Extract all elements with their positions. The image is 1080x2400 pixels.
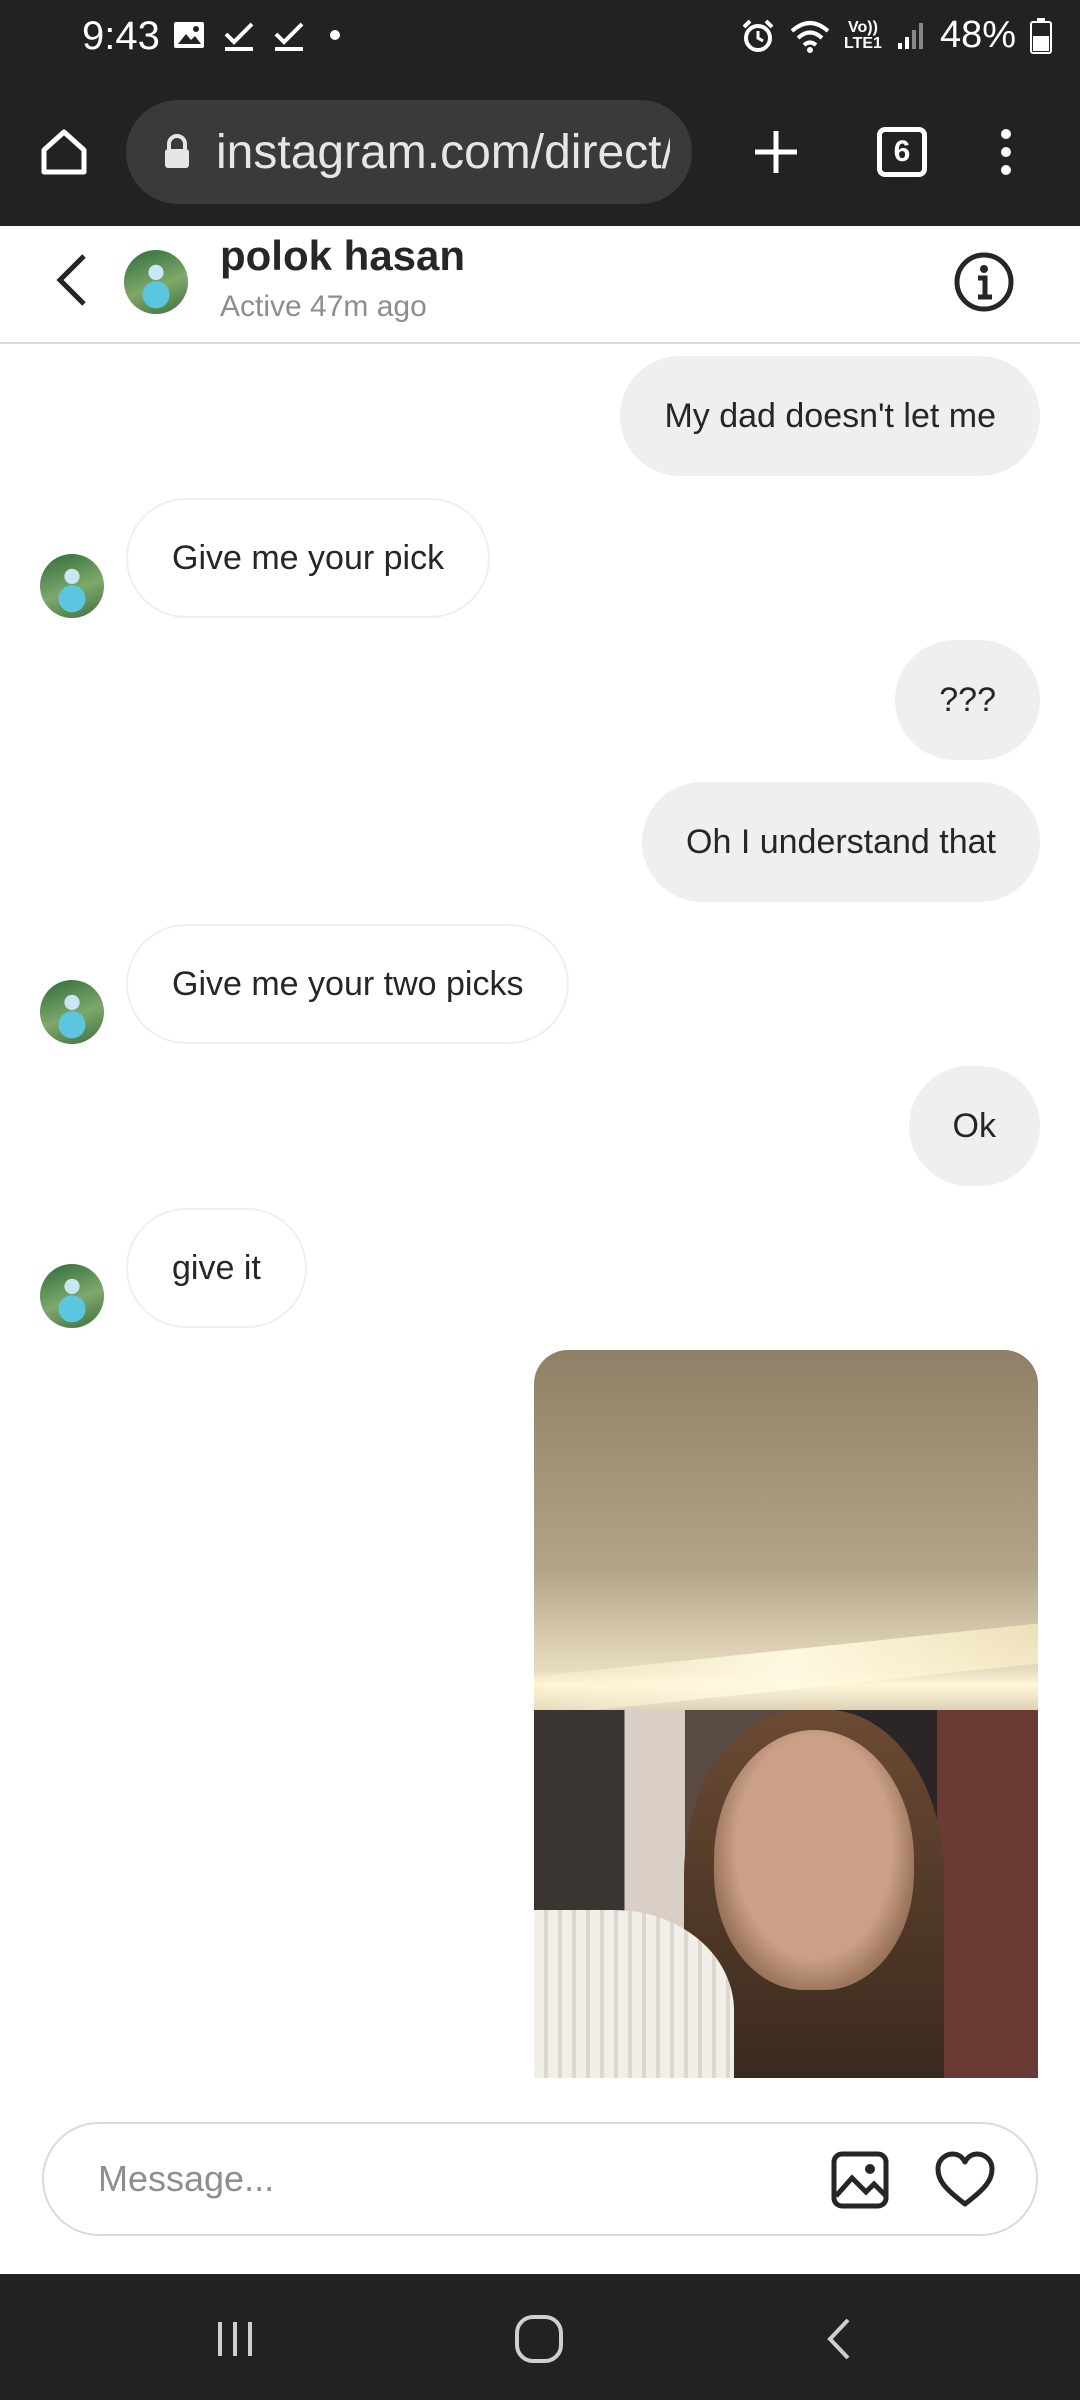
signal-icon xyxy=(897,22,923,49)
message-bubble-outgoing[interactable]: Oh I understand that xyxy=(642,782,1040,902)
tab-count: 6 xyxy=(877,127,927,177)
contact-status: Active 47m ago xyxy=(220,290,427,323)
image-icon xyxy=(174,22,204,48)
battery-percent: 48% xyxy=(939,14,1016,56)
sender-avatar xyxy=(40,1264,104,1328)
attach-photo-button[interactable] xyxy=(830,2150,890,2215)
wifi-icon xyxy=(790,20,830,53)
message-bubble-outgoing[interactable]: Ok xyxy=(908,1066,1040,1186)
more-vertical-icon xyxy=(1001,129,1011,175)
message-bubble-incoming[interactable]: Give me your pick xyxy=(126,498,491,618)
back-button[interactable] xyxy=(44,250,104,310)
back-nav-button[interactable] xyxy=(806,2304,876,2374)
dot-icon xyxy=(330,30,340,40)
home-icon xyxy=(41,129,87,175)
lock-icon xyxy=(165,134,189,168)
message-bubble-incoming[interactable]: give it xyxy=(126,1208,307,1328)
conversation-info-button[interactable] xyxy=(952,250,1016,319)
chevron-left-icon xyxy=(827,2318,850,2360)
message-bubble-outgoing[interactable]: ??? xyxy=(895,640,1040,760)
browser-menu-button[interactable] xyxy=(958,104,1054,200)
chevron-left-icon xyxy=(56,254,86,306)
info-icon xyxy=(954,252,1014,312)
status-time: 9:43 xyxy=(82,14,160,58)
address-bar[interactable]: instagram.com/direct/ xyxy=(126,100,692,204)
alarm-icon xyxy=(742,19,774,52)
lte-label: LTE1 xyxy=(844,34,882,52)
home-circle-icon xyxy=(515,2315,563,2363)
message-bubble-outgoing[interactable]: My dad doesn't let me xyxy=(620,356,1040,476)
message-bubble-incoming[interactable]: Give me your two picks xyxy=(126,924,570,1044)
system-indicators: Vo)) LTE1 48% xyxy=(740,14,1052,57)
check-icon xyxy=(274,22,304,51)
contact-avatar[interactable] xyxy=(124,250,188,314)
tab-switcher-button[interactable]: 6 xyxy=(854,104,950,200)
system-navigation-bar xyxy=(0,2274,1080,2400)
recents-icon xyxy=(218,2322,252,2356)
photo-message[interactable] xyxy=(534,1350,1038,2078)
message-input[interactable]: Message... xyxy=(98,2158,274,2200)
chat-header: polok hasan Active 47m ago xyxy=(0,226,1080,344)
heart-icon xyxy=(935,2151,995,2207)
battery-icon xyxy=(1030,17,1052,54)
url-text: instagram.com/direct/ xyxy=(216,125,670,179)
contact-name[interactable]: polok hasan xyxy=(220,232,465,280)
photo-detail xyxy=(534,1623,1038,1717)
new-tab-button[interactable] xyxy=(728,104,824,200)
volte-badge: Vo)) LTE1 xyxy=(844,18,882,52)
home-nav-button[interactable] xyxy=(504,2304,574,2374)
notification-icons xyxy=(172,18,340,52)
sender-avatar xyxy=(40,554,104,618)
gallery-icon xyxy=(831,2151,889,2209)
browser-toolbar: instagram.com/direct/ 6 xyxy=(0,80,1080,226)
volte-label: Vo)) xyxy=(848,18,878,36)
check-icon xyxy=(224,22,254,51)
photo-detail xyxy=(714,1730,914,1990)
like-button[interactable] xyxy=(934,2150,996,2215)
status-bar: 9:43 Vo)) LTE1 48% xyxy=(0,0,1080,80)
plus-icon xyxy=(755,131,797,173)
sender-avatar xyxy=(40,980,104,1044)
recent-apps-button[interactable] xyxy=(200,2304,270,2374)
home-button[interactable] xyxy=(16,104,112,200)
message-composer[interactable]: Message... xyxy=(42,2122,1038,2236)
